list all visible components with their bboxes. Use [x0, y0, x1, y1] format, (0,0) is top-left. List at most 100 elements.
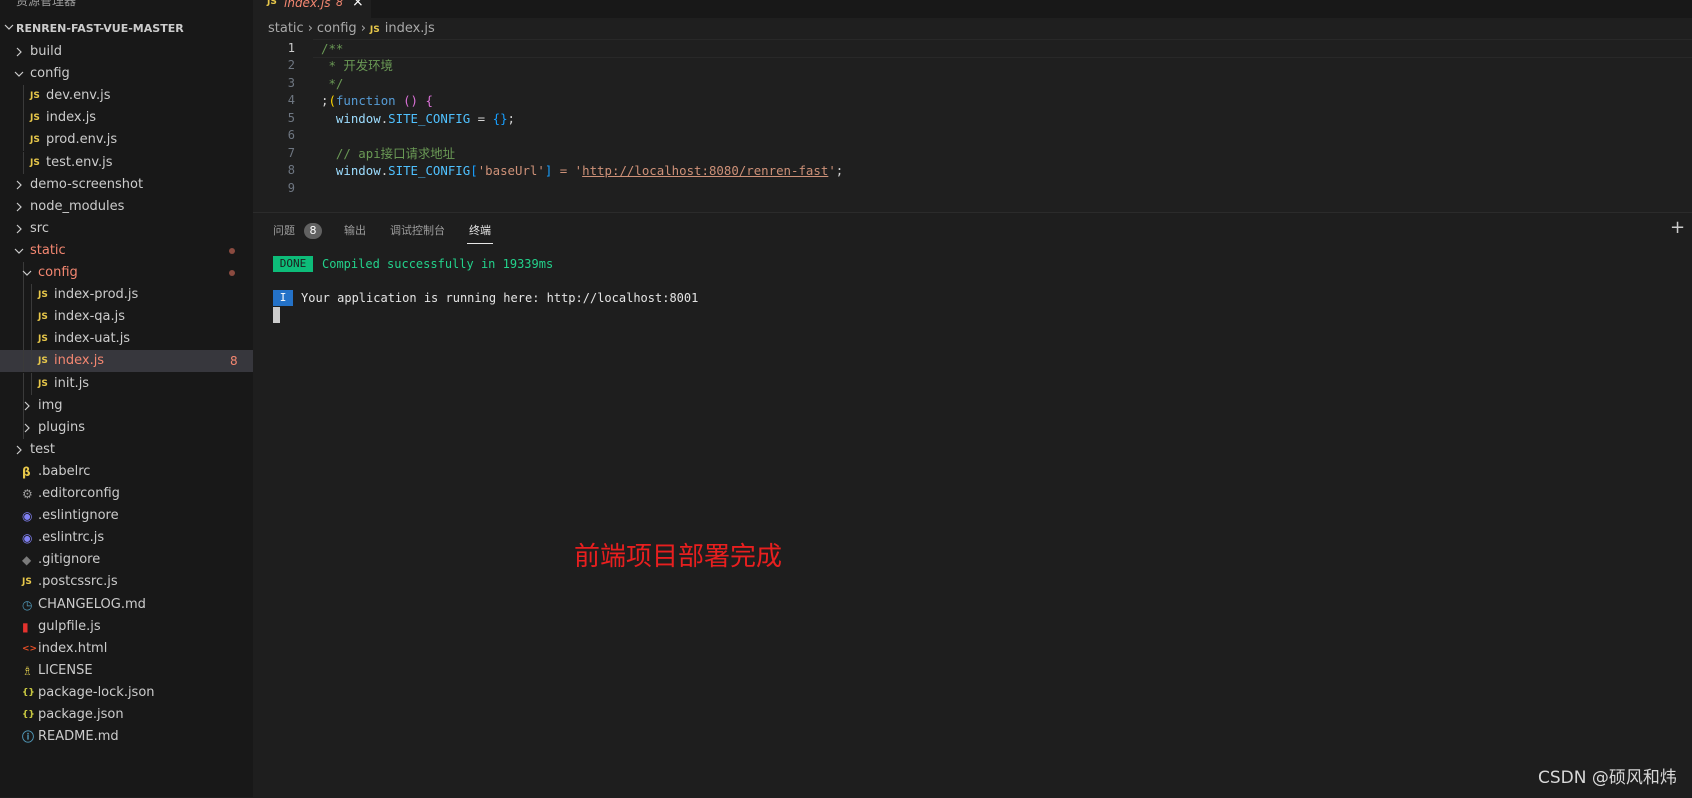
line-number: 6 — [287, 128, 295, 142]
tree-item[interactable]: demo-screenshot — [0, 174, 253, 196]
tab-terminal[interactable]: 终端 — [469, 223, 491, 239]
chevron-right-icon — [24, 423, 30, 433]
code-token: ' — [828, 163, 836, 178]
tree-item[interactable]: {} package.json — [0, 704, 253, 726]
code-url-link[interactable]: http://localhost:8080/renren-fast — [582, 163, 828, 178]
tree-item-label: static — [30, 242, 66, 258]
tree-item-label: .editorconfig — [38, 486, 120, 501]
babel-icon: β — [22, 464, 31, 479]
tree-item[interactable]: static — [0, 240, 253, 262]
indent-guide — [31, 306, 32, 329]
code-text: ;(function () { — [321, 91, 433, 110]
eslint-icon: ◉ — [22, 509, 33, 524]
tree-item-label: .eslintrc.js — [38, 530, 105, 546]
code-line: 8 window.SITE_CONFIG['baseUrl'] = 'http:… — [253, 161, 1692, 180]
close-icon[interactable]: × — [352, 0, 364, 10]
tree-item[interactable]: JS index-prod.js — [0, 284, 253, 307]
tree-item[interactable]: JS index-uat.js — [0, 328, 253, 351]
tree-item[interactable]: ◉ .eslintignore — [0, 505, 253, 527]
chevron-right-icon: › — [360, 21, 366, 36]
tree-item[interactable]: src — [0, 218, 253, 240]
tree-item[interactable]: JS index.js — [0, 107, 253, 130]
tree-item[interactable]: {} package-lock.json — [0, 682, 253, 704]
editor-tab-bar: JS index.js 8 × — [253, 0, 1692, 19]
tab-output[interactable]: 输出 — [344, 223, 366, 239]
js-file-icon: JS — [369, 25, 380, 35]
new-terminal-button[interactable]: + — [1670, 217, 1685, 238]
js-file-icon: JS — [30, 157, 40, 168]
tree-item[interactable]: JS index.js 8 — [0, 350, 253, 373]
info-icon: ⓘ — [22, 730, 35, 745]
code-editor[interactable]: 1 /** 2 * 开发环境 3 */ 4 ;(function () { 5 … — [253, 39, 1692, 212]
code-token: ; — [507, 111, 515, 126]
gulp-icon: ▮ — [22, 619, 29, 634]
editor-tab-index-js[interactable]: JS index.js 8 × — [253, 0, 371, 19]
tree-item[interactable]: <> index.html — [0, 638, 253, 660]
tree-item[interactable]: ◆ .gitignore — [0, 549, 253, 571]
clock-icon: ◷ — [22, 597, 33, 612]
code-token: ( — [328, 93, 336, 108]
line-number: 4 — [287, 93, 295, 107]
tree-item[interactable]: ⚙ .editorconfig — [0, 483, 253, 505]
tree-item[interactable]: build — [0, 41, 253, 63]
more-actions-button[interactable]: ··· — [222, 0, 238, 7]
tree-item-label: src — [30, 220, 49, 236]
code-line: 6 — [253, 126, 1692, 145]
code-token: SITE_CONFIG — [388, 163, 471, 178]
tree-item[interactable]: JS index-qa.js — [0, 306, 253, 329]
tree-item[interactable]: JS .postcssrc.js — [0, 571, 253, 593]
tree-item[interactable]: ◷ CHANGELOG.md — [0, 594, 253, 616]
modified-dot — [229, 247, 235, 254]
tab-problem-count: 8 — [336, 0, 343, 9]
js-file-icon: JS — [30, 135, 40, 146]
tree-item[interactable]: ◉ .eslintrc.js — [0, 527, 253, 549]
breadcrumb-item[interactable]: static — [268, 21, 304, 37]
code-line: 2 * 开发环境 — [253, 56, 1692, 75]
line-number: 2 — [287, 58, 295, 72]
tree-item-label: index.js — [46, 110, 97, 126]
js-file-icon: JS — [22, 577, 32, 588]
watermark: CSDN @硕风和炜 — [1538, 768, 1677, 788]
code-line: 4 ;(function () { — [253, 91, 1692, 110]
tree-item-label: dev.env.js — [46, 88, 111, 104]
breadcrumb-item[interactable]: config — [317, 21, 357, 37]
indent-guide — [23, 151, 24, 174]
code-token: function — [335, 93, 396, 108]
chevron-right-icon — [24, 401, 30, 411]
tree-item-label: .gitignore — [38, 552, 101, 568]
tree-item[interactable]: JS test.env.js — [0, 151, 253, 174]
workspace-root-label: RENREN-FAST-VUE-MASTER — [16, 22, 184, 35]
tree-item[interactable]: config — [0, 63, 253, 85]
tree-item[interactable]: ▮ gulpfile.js — [0, 616, 253, 638]
tree-item[interactable]: node_modules — [0, 196, 253, 218]
indent-guide — [31, 350, 32, 373]
tab-problems[interactable]: 问题 — [273, 223, 295, 239]
chevron-down-icon — [22, 270, 32, 276]
tree-item[interactable]: JS dev.env.js — [0, 85, 253, 108]
chevron-down-icon — [14, 248, 24, 254]
bottom-panel: 问题 8 输出 调试控制台 终端 + DONE Compiled success… — [253, 212, 1692, 798]
tree-item[interactable]: JS init.js — [0, 372, 253, 395]
tree-item[interactable]: config — [0, 262, 253, 284]
indent-guide — [23, 306, 24, 329]
indent-guide — [23, 372, 24, 395]
tree-item[interactable]: img — [0, 394, 253, 417]
explorer-sidebar: 资源管理器 ··· RENREN-FAST-VUE-MASTER build co… — [0, 0, 253, 797]
code-token: {} — [492, 111, 508, 126]
tree-item[interactable]: ⓘ README.md — [0, 726, 253, 748]
tree-item[interactable]: ♗ LICENSE — [0, 660, 253, 682]
tree-item-label: .babelrc — [38, 463, 91, 479]
tree-item[interactable]: test — [0, 439, 253, 461]
chevron-down-icon — [14, 71, 24, 77]
code-token: SITE_CONFIG — [388, 111, 471, 126]
workspace-root[interactable]: RENREN-FAST-VUE-MASTER — [0, 18, 253, 40]
tab-debug-console[interactable]: 调试控制台 — [390, 223, 445, 239]
tree-item[interactable]: β .babelrc — [0, 461, 253, 483]
breadcrumb-file[interactable]: index.js — [385, 21, 435, 37]
tree-item[interactable]: plugins — [0, 416, 253, 439]
tree-item-label: img — [38, 397, 63, 413]
js-file-icon: JS — [38, 356, 48, 367]
chevron-right-icon — [16, 224, 22, 234]
problems-count-badge: 8 — [304, 223, 322, 239]
tree-item[interactable]: JS prod.env.js — [0, 129, 253, 152]
